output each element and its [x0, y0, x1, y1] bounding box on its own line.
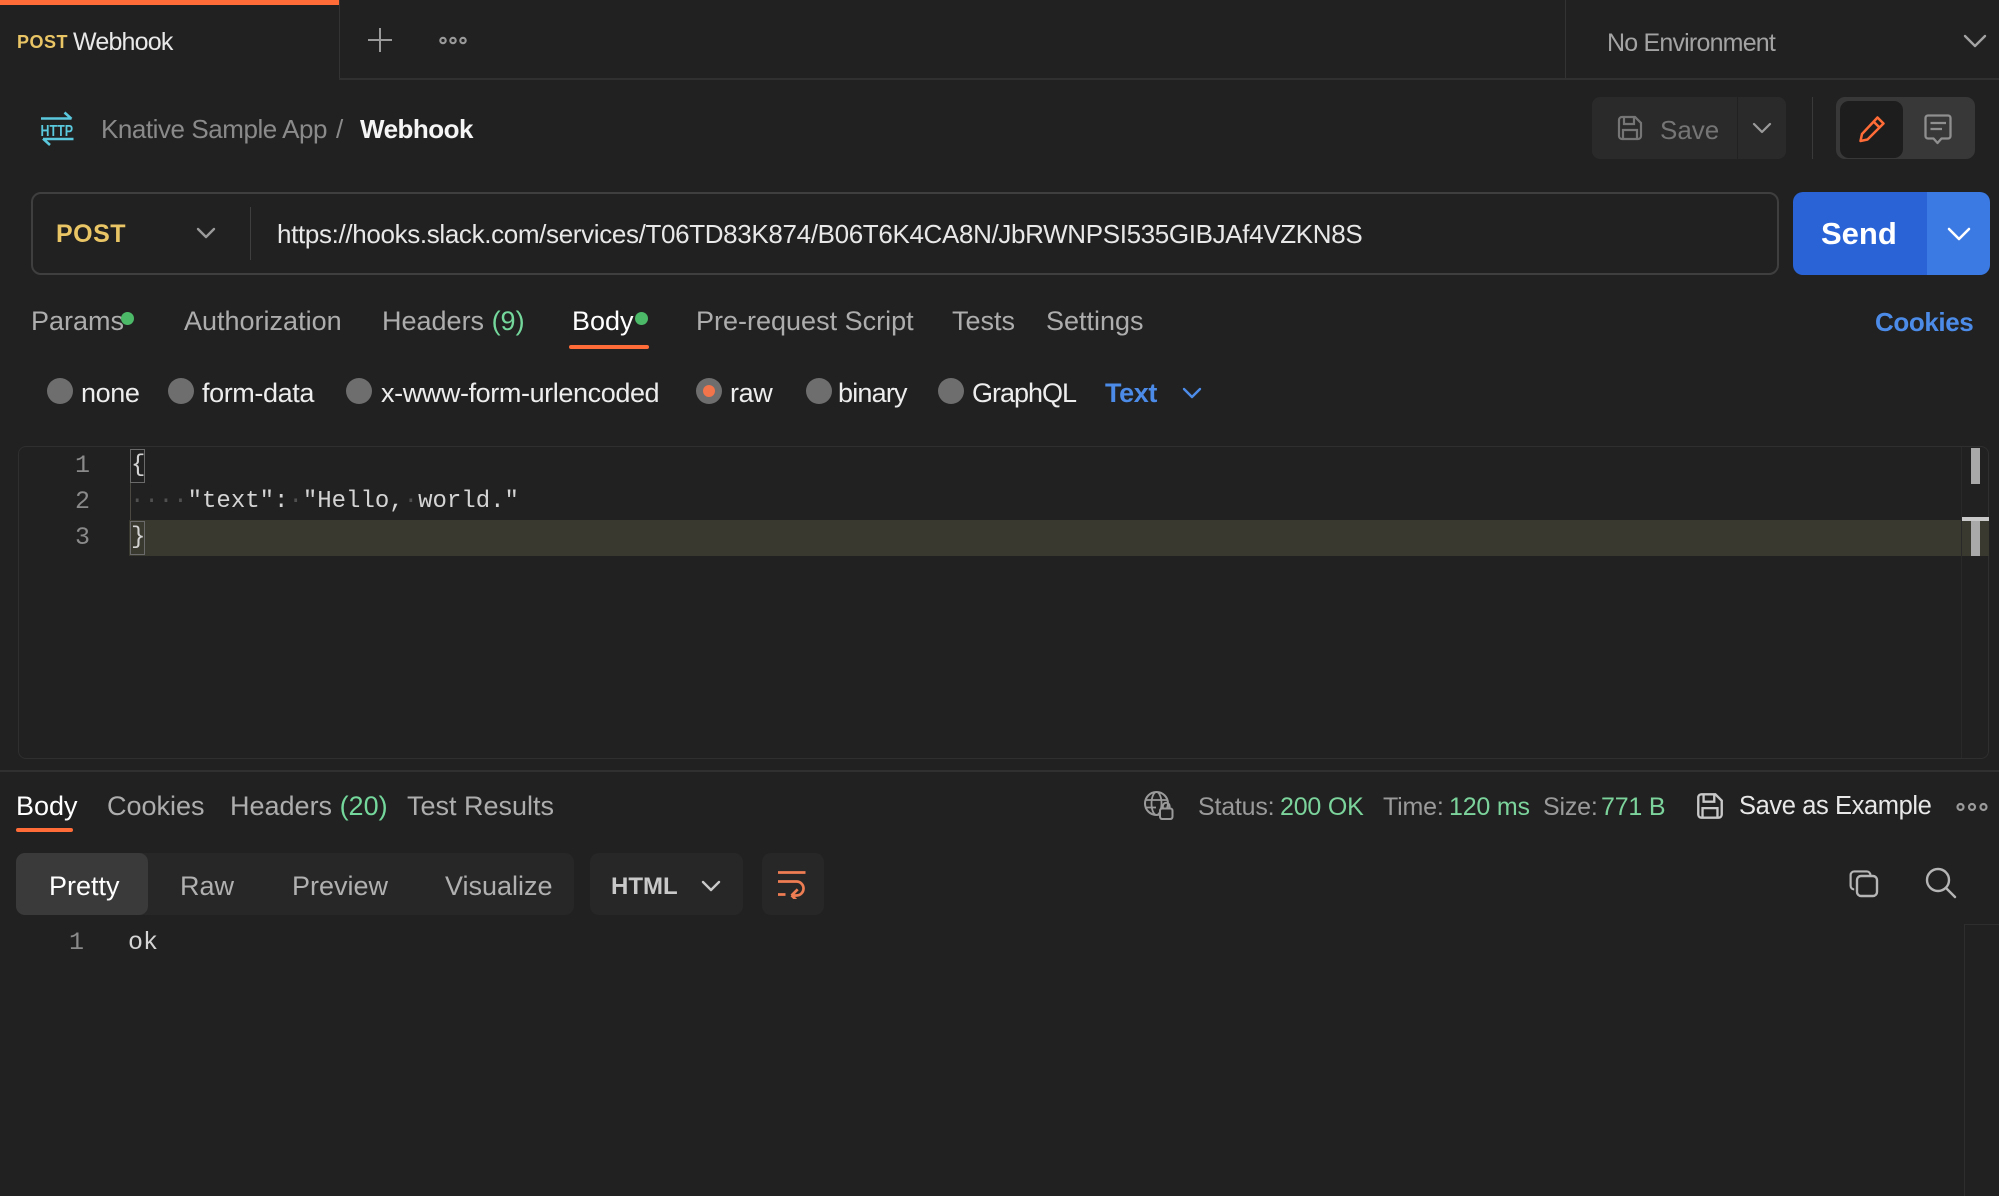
svg-text:HTTP: HTTP: [41, 123, 74, 140]
